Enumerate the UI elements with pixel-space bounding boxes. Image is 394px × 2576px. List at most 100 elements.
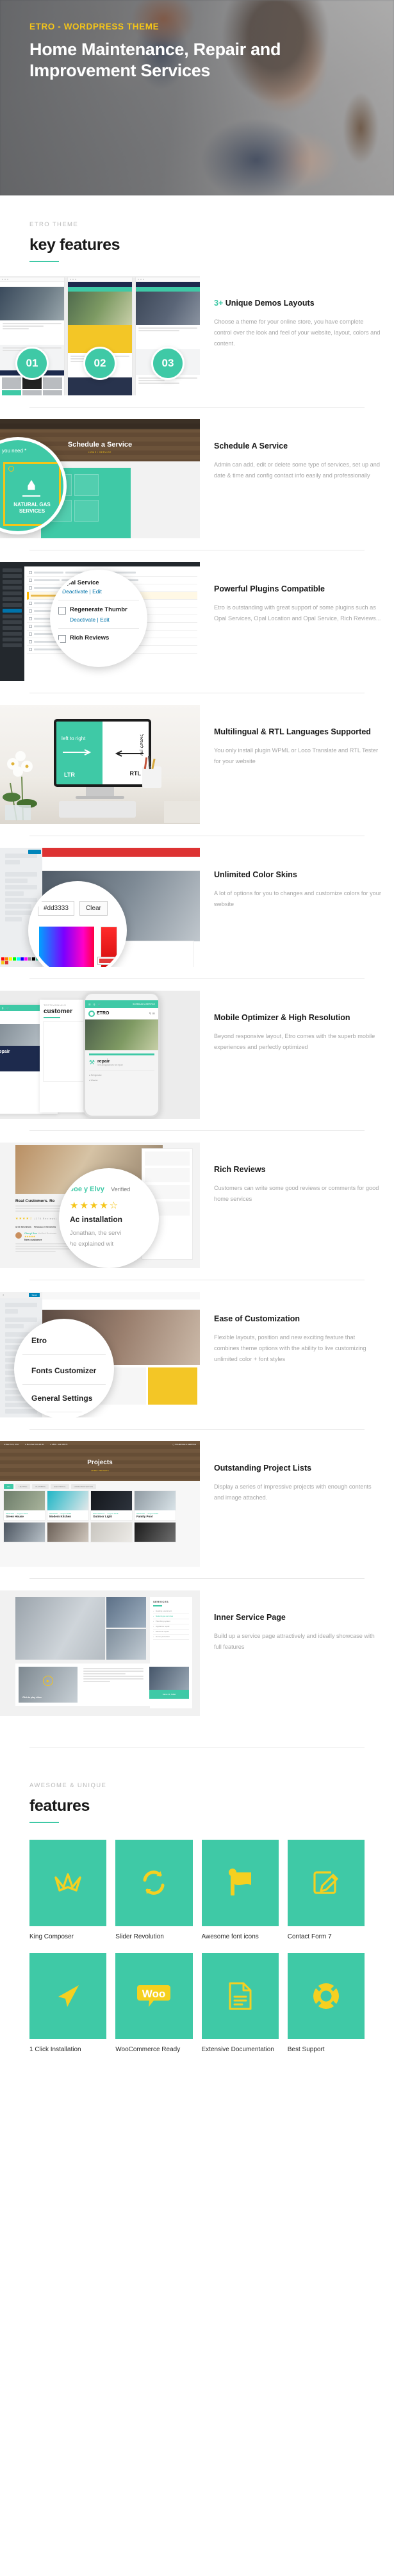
- lens-plugin-checkbox[interactable]: [58, 635, 66, 643]
- document-icon: [201, 1953, 279, 2040]
- feature-image-inner-service: SERVICES › Heating equipment › Natural gas…: [0, 1590, 200, 1716]
- feature-title: Ease of Customization: [214, 1314, 300, 1323]
- lens-plugin-actions-2: Deactivate | Edit: [70, 616, 110, 623]
- feature-row: left to right LTR ימין לשמאל RTL Multili…: [0, 693, 394, 836]
- clear-button[interactable]: Clear: [79, 901, 108, 916]
- feature-tile-label: Slider Revolution: [115, 1933, 164, 1940]
- feature-row: ✕ Saved Etro Fonts Customizer General Se…: [0, 1280, 394, 1429]
- review-body-line1: Jonathan, the servi: [70, 1230, 122, 1237]
- lens-label-need: you need *: [2, 448, 27, 454]
- demo-badge-02: 02: [83, 347, 117, 380]
- service-list-item[interactable]: › Plumbing system: [153, 1619, 189, 1624]
- project-title: Family Pool: [136, 1515, 153, 1518]
- service-list-item[interactable]: › Appliance repair: [153, 1624, 189, 1630]
- feature-tile-label: Extensive Documentation: [201, 2046, 274, 2054]
- service-list-item[interactable]: › Home protection: [153, 1635, 189, 1640]
- pencil-square-icon: [287, 1840, 365, 1926]
- feature-desc: Choose a theme for your online store, yo…: [214, 318, 381, 347]
- feature-row: 01 02 03 3+ Unique Demos Layouts Choose …: [0, 276, 394, 407]
- service-list-item[interactable]: › Electrical repair: [153, 1630, 189, 1635]
- play-icon[interactable]: ▶: [43, 1676, 53, 1687]
- feature-title: Inner Service Page: [214, 1613, 286, 1622]
- mobile-schedule-label: SCHEDULE A SERVICE: [133, 1003, 155, 1005]
- demo-thumb: 01: [0, 277, 64, 395]
- projects-hero-title: Projects: [87, 1459, 113, 1466]
- features-title: features: [29, 1797, 90, 1815]
- feature-tile-label: King Composer: [29, 1933, 74, 1940]
- features-header: AWESOME & UNIQUE features: [0, 1747, 394, 1823]
- flag-icon: [201, 1840, 279, 1926]
- review-stars: ★★★★☆: [70, 1200, 120, 1211]
- feature-tile-slider-revolution[interactable]: Slider Revolution: [115, 1840, 193, 1942]
- feature-title: Mobile Optimizer & High Resolution: [214, 1013, 350, 1022]
- lens-plugin-actions: Deactivate | Edit: [62, 588, 102, 595]
- lens-label-natural-gas: NATURAL GAS SERVICES: [13, 502, 51, 515]
- feature-title-accent: 3+: [214, 299, 224, 308]
- customizer-item-etro[interactable]: Etro: [17, 1322, 111, 1345]
- feature-tile-awesome-font-icons[interactable]: Awesome font icons: [201, 1840, 279, 1942]
- feature-tile-label: WooCommerce Ready: [115, 2046, 181, 2054]
- feature-desc: Build up a service page attractively and…: [214, 1633, 375, 1651]
- key-features-header: ETRO THEME key features: [0, 195, 394, 262]
- mobile-logo-label: ETRO: [97, 1011, 110, 1016]
- review-body-line2: he explained wit: [70, 1241, 114, 1248]
- review-author: Joe y Elvy: [70, 1185, 104, 1193]
- feature-image-demos: 01 02 03: [0, 276, 200, 395]
- ltr-badge: LTR: [64, 772, 75, 778]
- key-features-list: 01 02 03 3+ Unique Demos Layouts Choose …: [0, 262, 394, 1747]
- feature-title-text: Unique Demos Layouts: [225, 299, 315, 308]
- feature-row: Opal Service Deactivate | Edit Regenerat…: [0, 550, 394, 693]
- feature-tile-1-click-installation[interactable]: 1 Click Installation: [29, 1953, 107, 2055]
- feature-row: Real Customers. Re ★★★★☆ (278 Reviews) S…: [0, 1131, 394, 1280]
- feature-title: Unlimited Color Skins: [214, 870, 297, 879]
- feature-image-reviews: Real Customers. Re ★★★★☆ (278 Reviews) S…: [0, 1143, 200, 1268]
- demo-thumb: 03: [136, 277, 200, 395]
- feature-image-colors: #dd3333 Clear: [0, 848, 200, 967]
- service-list-item[interactable]: › Heating equipment: [153, 1609, 189, 1614]
- ltr-label: left to right: [62, 736, 86, 741]
- lens-plugin-checkbox[interactable]: [58, 607, 66, 615]
- feature-tile-label: Awesome font icons: [201, 1933, 259, 1940]
- feature-tile-contact-form-7[interactable]: Contact Form 7: [287, 1840, 365, 1942]
- feature-desc: Beyond responsive layout, Etro comes wit…: [214, 1033, 375, 1051]
- feature-tile-woocommerce-ready[interactable]: Woo WooCommerce Ready: [115, 1953, 193, 2055]
- feature-desc: Admin can add, edit or delete some type …: [214, 461, 380, 479]
- feature-tile-extensive-documentation[interactable]: Extensive Documentation: [201, 1953, 279, 2055]
- service-list-item[interactable]: › Natural gas services: [153, 1614, 189, 1619]
- magnifier-lens: #dd3333 Clear: [28, 881, 127, 967]
- project-title: Modern Kitchen: [49, 1515, 72, 1518]
- lifebuoy-icon: [287, 1953, 365, 2040]
- customizer-item-fonts[interactable]: Fonts Customizer: [17, 1355, 111, 1375]
- feature-image-mobile: ☰⚲🛒 repair TESTIMONIALS customer ☰⚲🛒S: [0, 991, 200, 1119]
- demo-thumb: 02: [68, 277, 132, 395]
- demo-badge-01: 01: [15, 347, 49, 380]
- key-features-kicker: ETRO THEME: [29, 221, 79, 228]
- feature-title: Powerful Plugins Compatible: [214, 584, 325, 593]
- hero-banner: ETRO - WORDPRESS THEME Home Maintenance,…: [0, 0, 394, 195]
- feature-desc: Flexible layouts, position and new excit…: [214, 1334, 366, 1363]
- features-kicker: AWESOME & UNIQUE: [29, 1782, 107, 1789]
- feature-title: Rich Reviews: [214, 1165, 266, 1174]
- feature-image-rtl: left to right LTR ימין לשמאל RTL: [0, 705, 200, 824]
- feature-image-customization: ✕ Saved Etro Fonts Customizer General Se…: [0, 1292, 200, 1417]
- project-title: Green House: [6, 1515, 24, 1518]
- feature-title: Multilingual & RTL Languages Supported: [214, 727, 371, 736]
- color-hex-input[interactable]: #dd3333: [38, 901, 74, 916]
- feature-tile-best-support[interactable]: Best Support: [287, 1953, 365, 2055]
- customizer-item-general[interactable]: General Settings: [17, 1385, 111, 1403]
- feature-tile-label: Best Support: [287, 2046, 325, 2054]
- phone-mockup: ☰ ⚲ 🛒 SCHEDULE A SERVICE ETRO ⚲ ☰ ⚒ repair …: [83, 992, 160, 1118]
- refresh-cycle-icon: [115, 1840, 193, 1926]
- color-gradient-field[interactable]: [39, 927, 94, 967]
- paper-plane-icon: [29, 1953, 107, 2040]
- feature-desc: A lot of options for you to changes and …: [214, 890, 381, 908]
- hue-slider-handle[interactable]: [98, 957, 120, 964]
- svg-text:Woo: Woo: [142, 1988, 166, 2000]
- feature-tile-king-composer[interactable]: King Composer: [29, 1840, 107, 1942]
- feature-tile-label: 1 Click Installation: [29, 2046, 81, 2054]
- feature-row: ● New York, USA ● Mon-Sat 8.00-18.00 ● 180…: [0, 1430, 394, 1578]
- woo-icon: Woo: [115, 1953, 193, 2040]
- mobile-repair-label: repair: [97, 1059, 110, 1064]
- lens-plugin-opal-service: Opal Service: [62, 579, 99, 586]
- feature-row: Schedule a Service HOME / SERVICE you ne…: [0, 408, 394, 550]
